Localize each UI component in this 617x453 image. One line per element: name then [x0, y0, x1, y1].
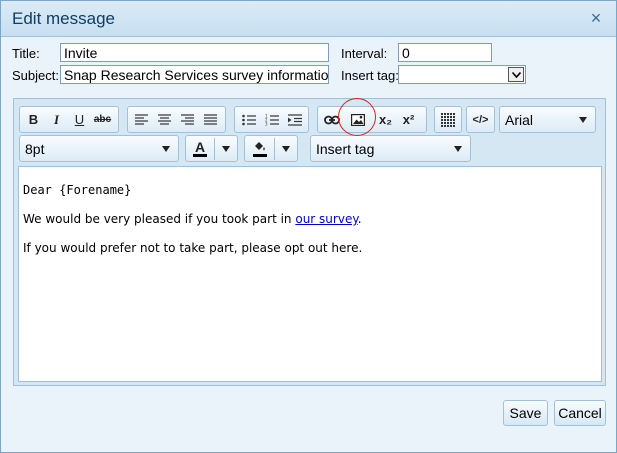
- background-color-button[interactable]: [245, 138, 274, 160]
- alignment-group: [127, 106, 226, 133]
- link-button[interactable]: [320, 109, 343, 131]
- strikethrough-icon: abc: [93, 114, 112, 125]
- svg-text:3: 3: [265, 121, 268, 126]
- align-right-button[interactable]: [176, 109, 199, 131]
- dialog-titlebar[interactable]: Edit message ×: [1, 1, 616, 37]
- chevron-down-icon: [222, 145, 230, 152]
- background-color-icon: [254, 141, 265, 150]
- underline-button[interactable]: U: [68, 109, 91, 131]
- align-right-icon: [181, 114, 194, 125]
- rich-text-editor: B I U abc 123 x₂ x² </> Arial 8pt A Inse…: [13, 98, 606, 386]
- image-button[interactable]: [346, 109, 369, 131]
- table-icon: [441, 112, 455, 127]
- font-size-dropdown[interactable]: 8pt: [19, 135, 179, 162]
- editor-line-greeting: Dear {Forename}: [23, 183, 132, 197]
- list-group: 123: [234, 106, 309, 133]
- indent-icon: [287, 113, 302, 126]
- bullet-list-button[interactable]: [237, 109, 260, 131]
- font-color-icon: A: [194, 138, 206, 155]
- bold-button[interactable]: B: [22, 109, 45, 131]
- dialog-title: Edit message: [12, 9, 115, 28]
- editor-line-opt-out: If you would prefer not to take part, pl…: [23, 241, 363, 255]
- subject-input-value: Snap Research Services survey informatio…: [64, 67, 329, 83]
- image-icon: [350, 113, 365, 126]
- font-color-swatch: [193, 153, 207, 157]
- font-name-value: Arial: [505, 112, 534, 128]
- chevron-down-icon: [162, 146, 170, 152]
- chevron-down-icon[interactable]: [508, 67, 524, 82]
- cancel-button[interactable]: Cancel: [554, 400, 606, 426]
- chevron-down-icon: [579, 117, 587, 123]
- survey-link[interactable]: our survey: [295, 212, 357, 226]
- insert-tag-select[interactable]: [398, 65, 526, 84]
- table-button[interactable]: [437, 109, 459, 131]
- background-color-swatch: [252, 153, 267, 157]
- subject-label: Subject:: [12, 68, 59, 83]
- bullet-list-icon: [241, 114, 256, 125]
- font-color-group: A: [185, 135, 238, 162]
- align-left-icon: [135, 114, 148, 125]
- italic-icon: I: [53, 111, 60, 127]
- align-center-button[interactable]: [153, 109, 176, 131]
- insert-tag-dropdown[interactable]: Insert tag: [310, 135, 471, 162]
- close-icon[interactable]: ×: [588, 8, 604, 28]
- insert-group: x₂ x²: [317, 106, 427, 133]
- align-justify-button[interactable]: [199, 109, 222, 131]
- subject-input[interactable]: Snap Research Services survey informatio…: [60, 65, 329, 84]
- subscript-button[interactable]: x₂: [374, 109, 397, 131]
- chevron-down-icon: [454, 146, 462, 152]
- underline-icon: U: [74, 112, 85, 127]
- bold-icon: B: [28, 112, 39, 127]
- interval-label: Interval:: [341, 46, 388, 61]
- insert-tag-dropdown-value: Insert tag: [316, 141, 375, 157]
- numbered-list-button[interactable]: 123: [260, 109, 283, 131]
- chevron-down-icon: [282, 145, 290, 152]
- title-input[interactable]: Invite: [60, 43, 329, 62]
- strikethrough-button[interactable]: abc: [91, 109, 114, 131]
- edit-message-dialog: Edit message × Title: Invite Subject: Sn…: [0, 0, 617, 453]
- numbered-list-icon: 123: [265, 114, 279, 126]
- font-color-button[interactable]: A: [186, 138, 214, 160]
- editor-content-area[interactable]: Dear {Forename} We would be very pleased…: [18, 166, 602, 382]
- insert-tag-label: Insert tag:: [341, 68, 399, 83]
- superscript-button[interactable]: x²: [397, 109, 420, 131]
- subscript-icon: x₂: [378, 112, 392, 127]
- title-label: Title:: [12, 46, 40, 61]
- text-style-group: B I U abc: [19, 106, 119, 133]
- invite-text: We would be very pleased if you took par…: [23, 212, 296, 226]
- indent-button[interactable]: [283, 109, 306, 131]
- background-color-dropdown-button[interactable]: [275, 138, 297, 160]
- table-group: [434, 106, 462, 133]
- align-justify-icon: [204, 114, 217, 125]
- html-source-icon: </>: [472, 113, 489, 126]
- interval-input-value: 0: [402, 45, 410, 61]
- invite-text-end: .: [357, 212, 362, 226]
- superscript-icon: x²: [402, 112, 415, 127]
- html-source-button[interactable]: </>: [469, 109, 492, 131]
- title-input-value: Invite: [64, 45, 98, 61]
- font-size-value: 8pt: [25, 141, 45, 157]
- background-color-group: [244, 135, 298, 162]
- italic-button[interactable]: I: [45, 109, 68, 131]
- align-left-button[interactable]: [130, 109, 153, 131]
- interval-input[interactable]: 0: [398, 43, 492, 62]
- link-icon: [323, 115, 340, 124]
- font-name-dropdown[interactable]: Arial: [499, 106, 596, 133]
- font-color-dropdown-button[interactable]: [215, 138, 237, 160]
- editor-line-invite: We would be very pleased if you took par…: [23, 212, 362, 226]
- save-button[interactable]: Save: [503, 400, 548, 426]
- source-group: </>: [466, 106, 495, 133]
- align-center-icon: [158, 114, 171, 125]
